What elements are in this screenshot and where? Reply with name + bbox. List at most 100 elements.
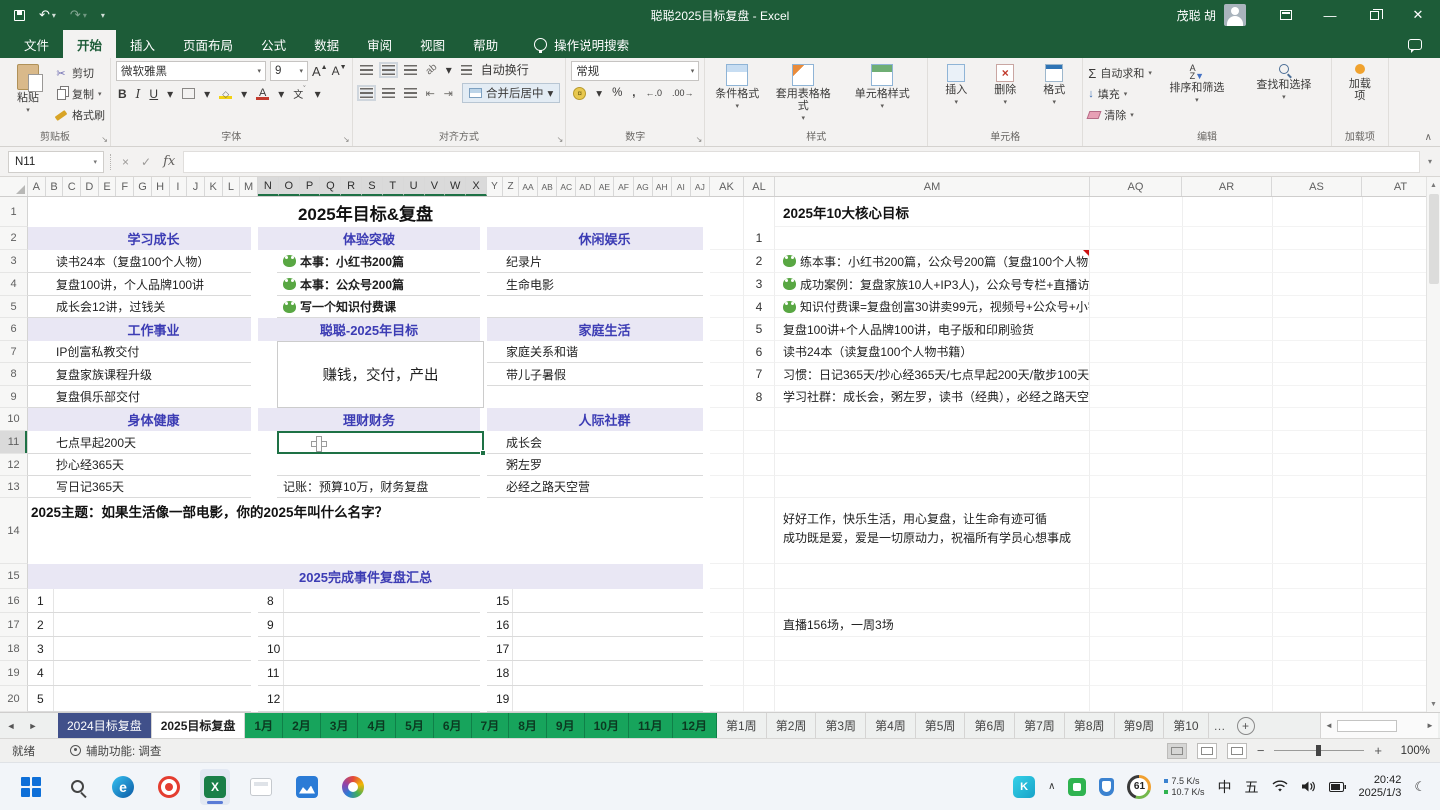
ribbon-tab[interactable]: 开始 [63,30,116,58]
summary-header-cell[interactable]: 2025完成事件复盘汇总 [28,564,710,589]
column-header[interactable]: AS [1272,177,1362,196]
night-mode-icon[interactable]: ☾ [1414,779,1426,795]
sheet-tab[interactable]: 6月 [434,713,472,738]
column-header[interactable]: B [46,177,64,196]
merged-goal-cell[interactable]: 赚钱，交付，产出 [277,341,484,408]
format-as-table-button[interactable]: 套用表格格式 ▾ [767,61,839,127]
page-break-view-button[interactable] [1227,743,1247,759]
column-header[interactable]: AB [538,177,557,196]
column-header[interactable]: AK [710,177,744,196]
sheet-tab[interactable]: 1月 [245,713,283,738]
avatar[interactable] [1224,4,1246,26]
sheet-tab[interactable]: 4月 [358,713,396,738]
cell[interactable]: 6 [744,341,775,363]
taskbar-search-button[interactable] [62,769,92,805]
sheet-tab[interactable]: 第5周 [916,713,966,738]
ribbon-tab[interactable]: 视图 [406,30,459,58]
align-left-icon[interactable] [360,88,373,98]
redo-button[interactable]: ↷▾ [70,7,87,23]
column-header[interactable]: F [116,177,134,196]
expand-formula-bar-icon[interactable]: ▾ [1428,157,1432,166]
cell[interactable] [775,408,1090,431]
fill-color-icon[interactable]: ◇ [219,89,232,99]
column-header[interactable]: K [205,177,223,196]
column-header[interactable]: AF [614,177,633,196]
column-header[interactable]: Z [503,177,519,196]
cell[interactable]: 读书24本（复盘100个人物） [28,250,258,273]
sheet-tab[interactable]: 10月 [585,713,629,738]
cell[interactable]: 人际社群 [487,408,710,431]
row-header[interactable]: 3 [0,250,28,273]
ribbon-tab[interactable]: 审阅 [353,30,406,58]
column-header-selected[interactable]: X [466,177,487,196]
ime-scheme-indicator[interactable]: 五 [1245,777,1259,797]
cell[interactable]: 2 [28,613,258,637]
app-red-button[interactable] [154,769,184,805]
cell[interactable]: 知识付费课=复盘创富30讲卖99元，视频号+公众号+小宇宙 [775,296,1090,318]
cell[interactable]: 直播156场，一周3场 [775,613,1090,637]
sheet-tab[interactable]: 11月 [629,713,673,738]
row-header[interactable]: 17 [0,613,28,637]
cell[interactable]: 复盘100讲+个人品牌100讲，电子版和印刷验货 [775,318,1090,341]
sheet-tab[interactable]: 第2周 [767,713,817,738]
column-header[interactable]: H [152,177,170,196]
sheet-tab[interactable]: 2024目标复盘 [58,713,152,738]
row-header[interactable]: 2 [0,227,28,250]
cell[interactable]: 家庭关系和谐 [487,341,710,363]
cell[interactable]: 19 [487,686,710,712]
cell[interactable]: 5 [28,686,258,712]
cell[interactable]: 好好工作，快乐生活，用心复盘，让生命有迹可循成功既是爱，爱是一切原动力，祝福所有… [775,498,1090,564]
cell[interactable]: 11 [258,661,487,686]
format-painter-button[interactable]: 格式刷 [54,106,105,124]
font-color-icon[interactable]: A [256,88,269,100]
column-header-selected[interactable]: S [362,177,383,196]
cell[interactable] [487,296,710,318]
cell[interactable]: 写一个知识付费课 [258,296,487,318]
start-button[interactable] [16,769,46,805]
vertical-scrollbar[interactable]: ▲ ▼ [1426,177,1440,712]
cell[interactable]: 18 [487,661,710,686]
copy-button[interactable]: 复制▾ [54,85,105,103]
cell[interactable]: 练本事：小红书200篇，公众号200篇（复盘100个人物） [775,250,1090,273]
align-right-icon[interactable] [404,88,417,98]
add-sheet-button[interactable]: + [1237,717,1255,735]
comments-icon[interactable] [1408,39,1422,50]
more-sheets-indicator[interactable]: … [1209,713,1231,738]
row-header[interactable]: 16 [0,589,28,613]
row-header[interactable]: 12 [0,454,28,476]
column-header[interactable]: AI [672,177,691,196]
sort-filter-button[interactable]: AZ▼ 排序和筛选 ▾ [1155,61,1239,127]
row-header[interactable]: 6 [0,318,28,341]
cell[interactable]: 复盘100讲，个人品牌100讲 [28,273,258,296]
cell[interactable]: 10 [258,637,487,661]
cell[interactable] [775,454,1090,476]
font-size-select[interactable]: 9▾ [270,61,308,81]
scroll-up-icon[interactable]: ▲ [1427,177,1440,193]
insert-function-icon[interactable]: fx [163,154,175,169]
cell[interactable]: 家庭生活 [487,318,710,341]
column-header[interactable]: AH [653,177,672,196]
cell[interactable]: 3 [744,273,775,296]
ime-indicator[interactable]: 中 [1218,777,1232,797]
cell[interactable]: 成长会 [487,431,710,454]
row-header[interactable]: 8 [0,363,28,386]
ribbon-tab[interactable]: 页面布局 [169,30,247,58]
cell[interactable] [487,386,710,408]
column-header[interactable]: AL [744,177,775,196]
cell[interactable]: 1 [744,227,775,250]
sheet-nav-left-icon[interactable]: ◄ [0,713,22,738]
row-header[interactable]: 10 [0,408,28,431]
column-header-selected[interactable]: R [341,177,362,196]
cell[interactable]: 复盘俱乐部交付 [28,386,258,408]
column-header[interactable]: AM [775,177,1090,196]
cell[interactable] [775,564,1090,589]
customize-qat-button[interactable]: ▾ [101,11,105,20]
bold-button[interactable]: B [118,87,127,101]
fill-handle[interactable] [480,450,486,456]
clipboard-dialog-launcher[interactable]: ↘ [101,135,108,144]
align-center-icon[interactable] [382,88,395,98]
conditional-formatting-button[interactable]: 条件格式 ▾ [710,61,764,127]
accessibility-status[interactable]: 辅助功能: 调查 [70,743,161,759]
row-header[interactable]: 9 [0,386,28,408]
sheet-tab[interactable]: 第9周 [1115,713,1165,738]
